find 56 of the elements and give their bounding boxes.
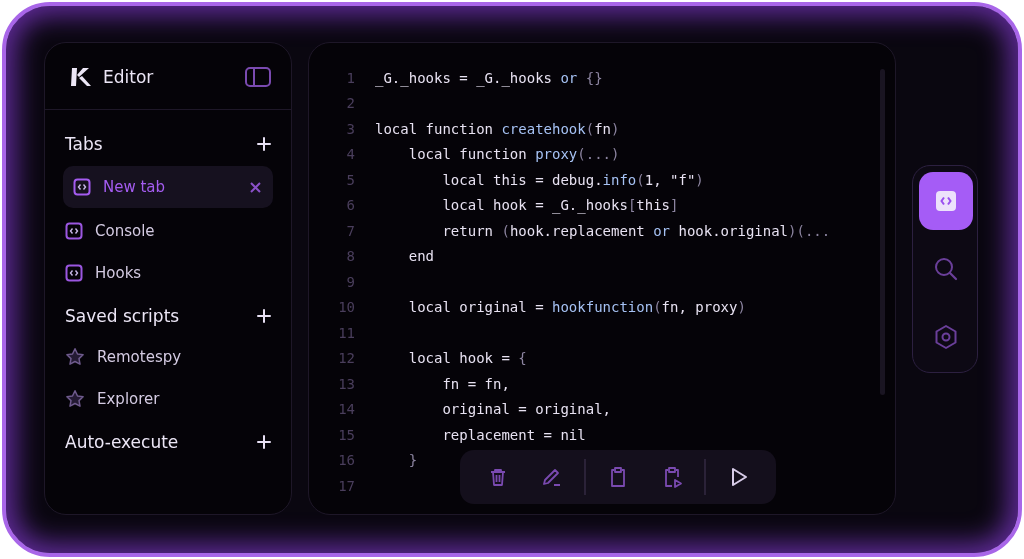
line-number: 15: [337, 426, 356, 443]
star-icon: [65, 347, 85, 367]
plus-icon[interactable]: [257, 435, 271, 449]
code-line: _G._hooks = _G._hooks or {}: [375, 69, 603, 86]
line-number: 6: [345, 197, 356, 214]
code-button[interactable]: [919, 171, 973, 230]
line-number: 1: [345, 69, 356, 86]
line-number: 3: [345, 120, 356, 137]
line-number: 11: [337, 324, 356, 341]
search-icon: [933, 255, 959, 282]
section-heading: Tabs: [65, 134, 103, 154]
section-heading: Auto-execute: [65, 432, 179, 452]
line-number: 5: [345, 171, 356, 188]
code-line: local function proxy(...): [407, 146, 620, 163]
plus-icon[interactable]: [257, 309, 271, 323]
code-line: original = original,: [441, 401, 611, 418]
line-number: 17: [337, 477, 356, 494]
line-number: 14: [337, 401, 356, 418]
settings-icon: [933, 323, 959, 350]
section-heading: Saved scripts: [65, 306, 180, 326]
line-number: 7: [345, 222, 356, 239]
logo-icon: [69, 65, 93, 89]
line-number: 16: [337, 452, 356, 469]
line-number: 12: [337, 350, 356, 367]
code-file-icon: [65, 222, 83, 240]
line-number: 4: [345, 146, 356, 163]
star-icon: [65, 389, 85, 409]
code-editor[interactable]: [308, 42, 896, 515]
code-line: end: [407, 248, 434, 265]
code-file-icon: [73, 178, 91, 196]
code-line: local hook = {: [407, 350, 527, 367]
app-title: Editor: [103, 67, 155, 87]
line-number: 10: [337, 299, 356, 316]
plus-icon[interactable]: [257, 137, 271, 151]
code-line: local original = hookfunction(fn, proxy): [407, 299, 746, 316]
scrollbar[interactable]: [880, 69, 885, 395]
line-number: 13: [337, 375, 356, 392]
script-item[interactable]: Remotespy: [63, 336, 273, 378]
code-line: local hook = _G._hooks[this]: [441, 197, 679, 214]
close-icon[interactable]: [250, 181, 261, 193]
line-number: 9: [345, 273, 356, 290]
code-line: local function createhook(fn): [375, 120, 620, 137]
script-item[interactable]: Explorer: [63, 378, 273, 420]
code-file-icon: [65, 264, 83, 282]
code-icon: [935, 189, 957, 212]
code-line: local this = debug.info(1, "f"): [441, 171, 704, 188]
tab-item[interactable]: New tab: [63, 166, 273, 208]
code-line: return (hook.replacement or hook.original)(...: [441, 222, 831, 239]
code-line: }: [407, 452, 418, 469]
line-number: 2: [345, 95, 356, 112]
code-line: fn = fn,: [441, 375, 510, 392]
tab-item[interactable]: Hooks: [63, 252, 273, 294]
tab-item[interactable]: Console: [63, 210, 273, 252]
sidebar-toggle-icon[interactable]: [245, 67, 271, 87]
code-line: replacement = nil: [441, 426, 586, 443]
line-number: 8: [345, 248, 356, 265]
